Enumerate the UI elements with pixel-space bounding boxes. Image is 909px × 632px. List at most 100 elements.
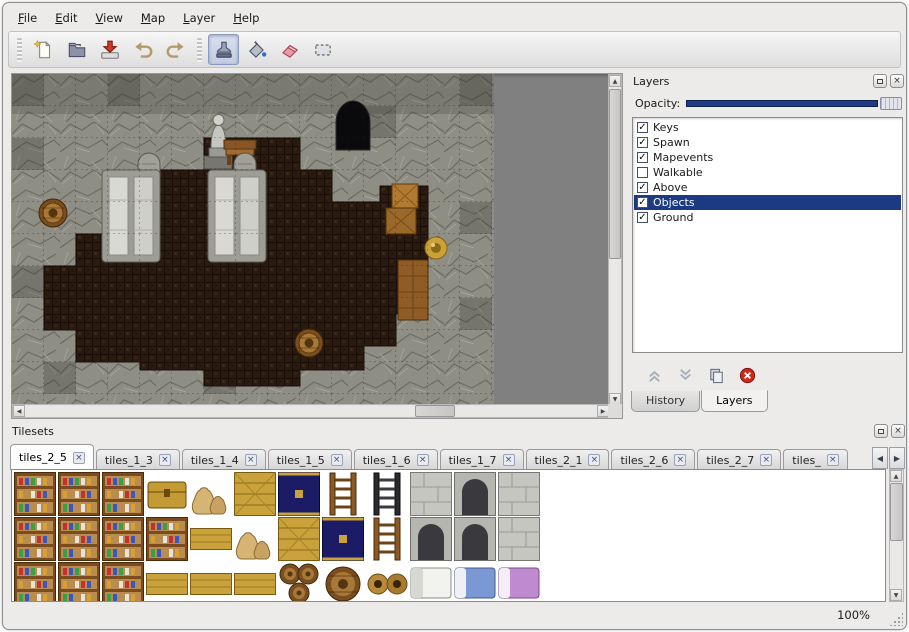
- close-tilesets-button[interactable]: ×: [891, 424, 905, 438]
- tab-close-icon[interactable]: ×: [73, 452, 85, 464]
- map-vertical-scrollbar[interactable]: ▲ ▼: [608, 74, 622, 406]
- tab-close-icon[interactable]: ×: [245, 454, 257, 466]
- save-map-button[interactable]: [94, 34, 125, 65]
- close-icon: ×: [894, 427, 902, 436]
- opacity-label: Opacity:: [631, 97, 686, 110]
- scroll-up-icon[interactable]: ▲: [890, 470, 902, 482]
- map-hscroll-thumb[interactable]: [415, 405, 455, 417]
- tileset-tab-tiles_[interactable]: tiles_×: [783, 449, 847, 470]
- layer-label: Spawn: [653, 136, 690, 149]
- dock-tab-layers[interactable]: Layers: [701, 390, 767, 412]
- map-canvas[interactable]: [12, 74, 494, 404]
- scroll-up-icon[interactable]: ▲: [609, 75, 621, 87]
- layer-row-above[interactable]: ✓Above: [634, 180, 901, 195]
- lower-layer-button[interactable]: [673, 363, 697, 387]
- tab-close-icon[interactable]: ×: [503, 454, 515, 466]
- tabs-scroll-right-icon[interactable]: ▶: [889, 447, 905, 469]
- select-icon: [312, 39, 334, 61]
- tileset-tab-tiles_1_6[interactable]: tiles_1_6 ×: [354, 449, 438, 470]
- tileset-tab-tiles_1_7[interactable]: tiles_1_7×: [440, 449, 524, 470]
- map-viewport: ▲ ▼ ◀ ▶: [11, 73, 623, 419]
- opacity-slider-handle[interactable]: [880, 97, 902, 110]
- layer-label: Walkable: [653, 166, 703, 179]
- statusbar: 100%: [3, 603, 906, 629]
- toolbar-tool-group: [208, 34, 338, 65]
- tab-close-icon[interactable]: ×: [674, 454, 686, 466]
- duplicate-layer-button[interactable]: [704, 363, 728, 387]
- tab-close-icon[interactable]: ×: [827, 454, 839, 466]
- float-panel-button[interactable]: [873, 74, 887, 88]
- tab-close-icon[interactable]: ×: [159, 454, 171, 466]
- toolbar-drag-handle-2[interactable]: [197, 38, 202, 62]
- layer-row-objects[interactable]: ✓Objects: [634, 195, 901, 210]
- fill-tool-button[interactable]: [241, 34, 272, 65]
- layer-row-walkable[interactable]: Walkable: [634, 165, 901, 180]
- tileset-tab-label: tiles_1_6: [363, 454, 411, 467]
- eraser-tool-button[interactable]: [274, 34, 305, 65]
- float-tilesets-button[interactable]: [874, 424, 888, 438]
- save-icon: [99, 39, 121, 61]
- layer-visibility-checkbox[interactable]: ✓: [637, 182, 648, 193]
- menu-edit[interactable]: Edit: [46, 7, 86, 29]
- menu-file[interactable]: File: [9, 7, 46, 29]
- tileset-tab-tiles_2_6[interactable]: tiles_2_6 ×: [611, 449, 695, 470]
- tileset-tab-tiles_1_4[interactable]: tiles_1_4 ×: [182, 449, 266, 470]
- tileset-tab-tiles_2_1[interactable]: tiles_2_1×: [526, 449, 610, 470]
- layer-visibility-checkbox[interactable]: ✓: [637, 197, 648, 208]
- tileset-tab-tiles_2_5[interactable]: tiles_2_5×: [10, 444, 94, 470]
- app-window: FileEditViewMapLayerHelp: [2, 2, 907, 630]
- layer-label: Ground: [653, 211, 693, 224]
- layer-visibility-checkbox[interactable]: [637, 167, 648, 178]
- layers-panel-titlebar: Layers ×: [629, 73, 906, 90]
- map-horizontal-scrollbar[interactable]: ◀ ▶: [12, 404, 610, 418]
- layer-row-ground[interactable]: ✓ Ground: [634, 210, 901, 225]
- close-icon: ×: [893, 77, 901, 86]
- layer-row-keys[interactable]: ✓Keys: [634, 120, 901, 135]
- undo-icon: [132, 39, 154, 61]
- tab-close-icon[interactable]: ×: [331, 454, 343, 466]
- tileset-tab-label: tiles_1_4: [191, 454, 239, 467]
- tileset-tab-tiles_1_3[interactable]: tiles_1_3×: [96, 449, 180, 470]
- toolbar-drag-handle[interactable]: [17, 38, 22, 62]
- tab-close-icon[interactable]: ×: [417, 454, 429, 466]
- resize-grip[interactable]: [889, 612, 903, 626]
- opacity-slider[interactable]: [686, 96, 902, 111]
- layer-label: Mapevents: [653, 151, 713, 164]
- tileset-tab-tiles_2_7[interactable]: tiles_2_7×: [697, 449, 781, 470]
- redo-button[interactable]: [160, 34, 191, 65]
- menu-map[interactable]: Map: [132, 7, 174, 29]
- close-panel-button[interactable]: ×: [890, 74, 904, 88]
- tileset-vertical-scrollbar[interactable]: ▲ ▼: [889, 469, 904, 602]
- tileset-vscroll-thumb[interactable]: [890, 483, 903, 541]
- layer-row-mapevents[interactable]: ✓ Mapevents: [634, 150, 901, 165]
- delete-layer-button[interactable]: [735, 363, 759, 387]
- tab-close-icon[interactable]: ×: [760, 454, 772, 466]
- tileset-tab-label: tiles_2_6: [620, 454, 668, 467]
- scroll-left-icon[interactable]: ◀: [13, 405, 25, 417]
- layers-panel-title: Layers: [633, 75, 669, 88]
- stamp-tool-button[interactable]: [208, 34, 239, 65]
- tabs-scroll-left-icon[interactable]: ◀: [872, 447, 888, 469]
- raise-layer-button[interactable]: [642, 363, 666, 387]
- lower-layer-icon: [676, 366, 695, 385]
- map-vscroll-thumb[interactable]: [609, 89, 621, 259]
- stamp-icon: [213, 39, 235, 61]
- open-map-button[interactable]: [61, 34, 92, 65]
- menu-layer[interactable]: Layer: [174, 7, 224, 29]
- scroll-down-icon[interactable]: ▼: [890, 589, 902, 601]
- menu-help[interactable]: Help: [224, 7, 268, 29]
- tilesets-panel-titlebar: Tilesets ×: [8, 423, 907, 440]
- menu-view[interactable]: View: [87, 7, 132, 29]
- tileset-tab-tiles_1_5[interactable]: tiles_1_5×: [268, 449, 352, 470]
- tab-close-icon[interactable]: ×: [588, 454, 600, 466]
- dock-tab-history[interactable]: History: [631, 391, 700, 412]
- layer-visibility-checkbox[interactable]: ✓: [637, 122, 648, 133]
- undo-button[interactable]: [127, 34, 158, 65]
- select-tool-button[interactable]: [307, 34, 338, 65]
- layer-visibility-checkbox[interactable]: ✓: [637, 212, 648, 223]
- layer-row-spawn[interactable]: ✓ Spawn: [634, 135, 901, 150]
- layer-visibility-checkbox[interactable]: ✓: [637, 137, 648, 148]
- new-map-button[interactable]: [28, 34, 59, 65]
- layer-visibility-checkbox[interactable]: ✓: [637, 152, 648, 163]
- tileset-image[interactable]: [14, 472, 546, 602]
